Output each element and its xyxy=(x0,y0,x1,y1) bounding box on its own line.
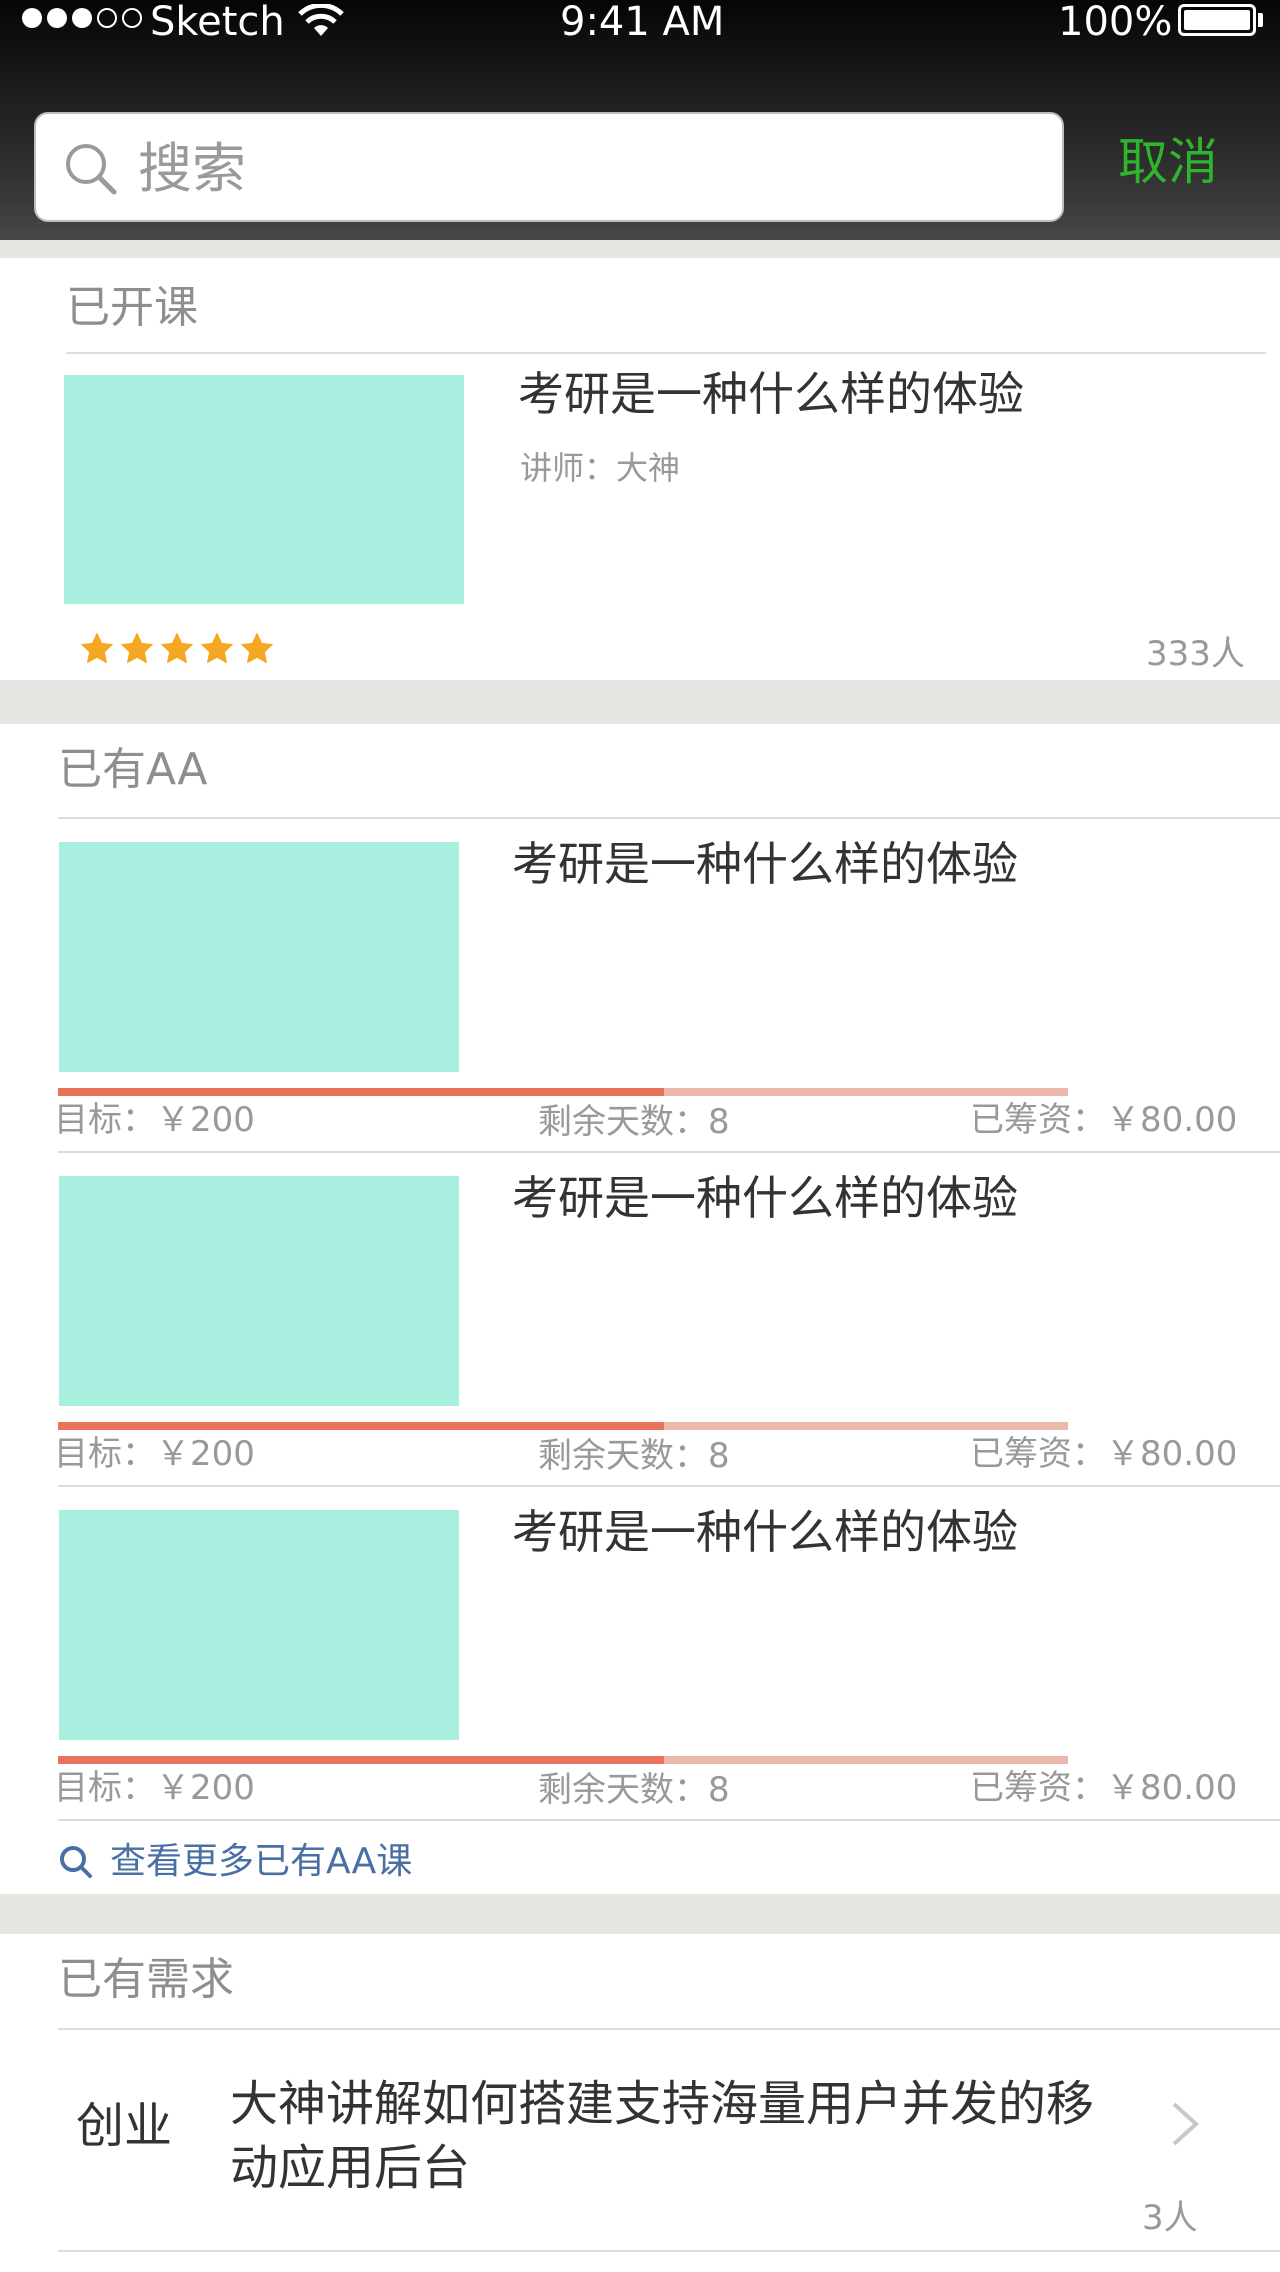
progress-fill xyxy=(58,1422,664,1430)
aa-target: 目标：￥200 xyxy=(54,1768,255,1808)
aa-raised: 已筹资：￥80.00 xyxy=(970,1100,1238,1140)
aa-thumbnail[interactable] xyxy=(59,1176,459,1406)
aa-raised: 已筹资：￥80.00 xyxy=(970,1434,1238,1474)
section-title-opened: 已开课 xyxy=(66,282,198,333)
section-separator xyxy=(0,240,1280,258)
need-count: 3人 xyxy=(1142,2198,1198,2238)
wifi-icon xyxy=(298,4,344,36)
course-thumbnail[interactable] xyxy=(64,375,464,604)
divider xyxy=(58,1485,1280,1487)
battery-icon xyxy=(1178,4,1256,36)
star-icon xyxy=(160,632,194,664)
cancel-button[interactable]: 取消 xyxy=(1118,130,1218,194)
section-separator xyxy=(0,1894,1280,1934)
battery-cap xyxy=(1258,13,1263,27)
time-label: 9:41 AM xyxy=(560,0,725,45)
star-icon xyxy=(80,632,114,664)
search-icon xyxy=(66,144,117,195)
aa-thumbnail[interactable] xyxy=(59,1510,459,1740)
search-input[interactable] xyxy=(136,128,1040,208)
rating-stars xyxy=(78,630,276,668)
carrier-label: Sketch xyxy=(150,0,285,45)
progress-bar xyxy=(58,1756,1068,1764)
aa-title[interactable]: 考研是一种什么样的体验 xyxy=(512,1170,1018,1226)
star-icon xyxy=(200,632,234,664)
section-title-aa: 已有AA xyxy=(58,744,208,795)
search-field[interactable] xyxy=(34,112,1064,222)
divider xyxy=(66,352,1266,354)
star-icon xyxy=(240,632,274,664)
progress-bar xyxy=(58,1088,1068,1096)
aa-days-left: 剩余天数：8 xyxy=(538,1102,730,1142)
enrolled-count: 333人 xyxy=(1146,634,1245,674)
divider xyxy=(58,2250,1280,2252)
star-icon xyxy=(120,632,154,664)
aa-days-left: 剩余天数：8 xyxy=(538,1770,730,1810)
course-teacher: 讲师：大神 xyxy=(520,449,681,487)
section-separator xyxy=(0,680,1280,724)
course-title[interactable]: 考研是一种什么样的体验 xyxy=(518,366,1024,422)
signal-icon xyxy=(22,8,142,28)
aa-target: 目标：￥200 xyxy=(54,1434,255,1474)
divider xyxy=(58,1151,1280,1153)
need-category: 创业 xyxy=(76,2098,173,2154)
view-more-label[interactable]: 查看更多已有AA课 xyxy=(110,1840,412,1884)
divider xyxy=(58,817,1280,819)
divider xyxy=(58,2028,1280,2030)
aa-raised: 已筹资：￥80.00 xyxy=(970,1768,1238,1808)
progress-fill xyxy=(58,1088,664,1096)
aa-target: 目标：￥200 xyxy=(54,1100,255,1140)
aa-title[interactable]: 考研是一种什么样的体验 xyxy=(512,836,1018,892)
need-title[interactable]: 大神讲解如何搭建支持海量用户并发的移动应用后台 xyxy=(230,2072,1120,2200)
aa-title[interactable]: 考研是一种什么样的体验 xyxy=(512,1504,1018,1560)
search-icon xyxy=(60,1846,92,1878)
aa-thumbnail[interactable] xyxy=(59,842,459,1072)
section-title-needs: 已有需求 xyxy=(58,1954,234,2005)
battery-percent: 100% xyxy=(1058,0,1173,45)
progress-bar xyxy=(58,1422,1068,1430)
chevron-right-icon[interactable] xyxy=(1168,2100,1202,2148)
aa-days-left: 剩余天数：8 xyxy=(538,1436,730,1476)
view-more-aa-link[interactable]: 查看更多已有AA课 xyxy=(58,1840,412,1884)
progress-fill xyxy=(58,1756,664,1764)
divider xyxy=(58,1819,1280,1821)
